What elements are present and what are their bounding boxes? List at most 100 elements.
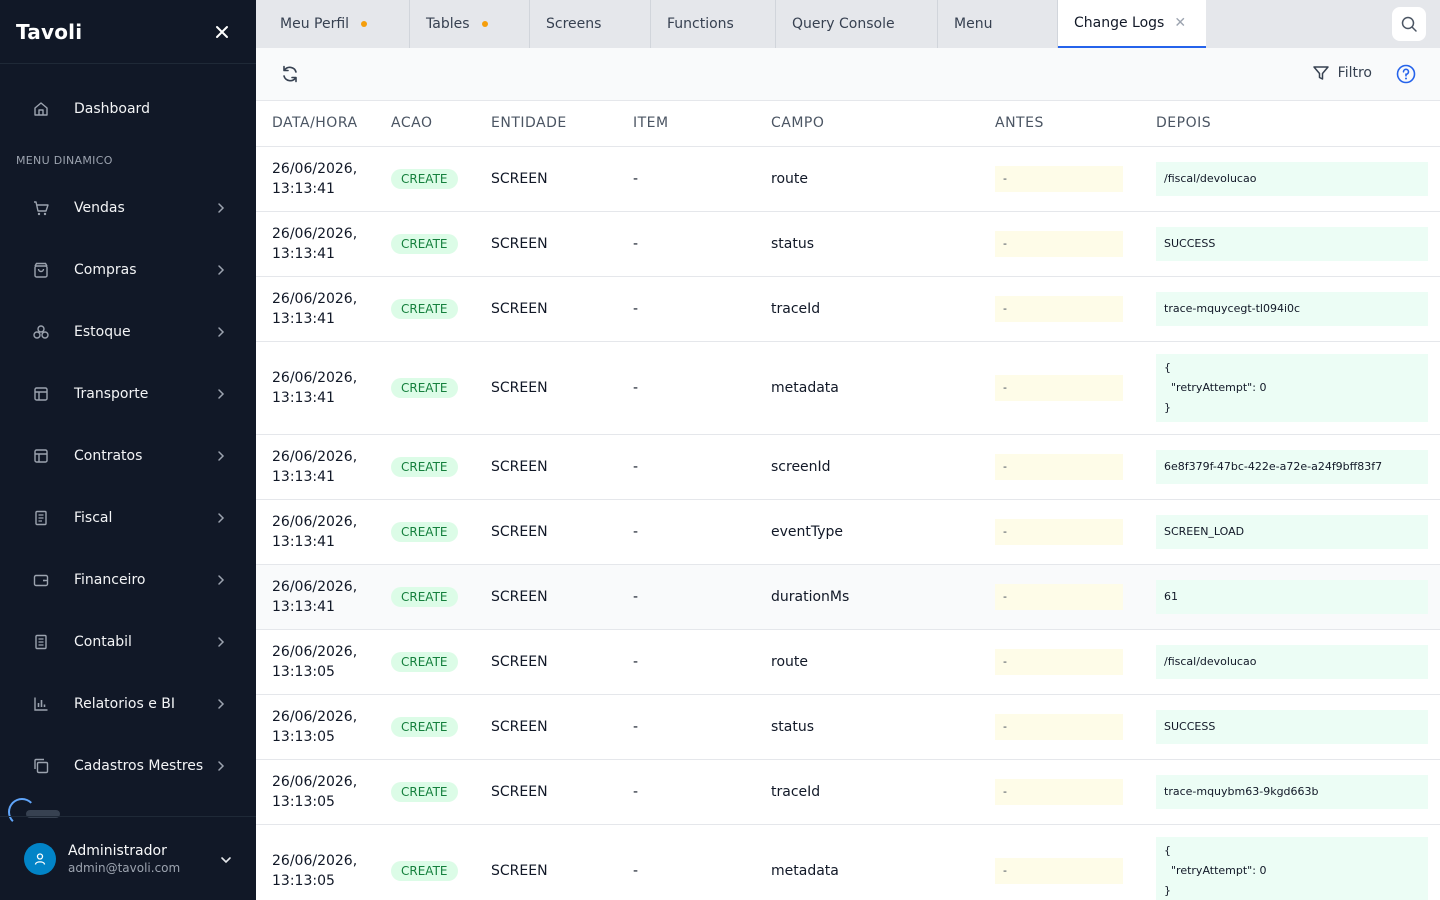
row-time: 13:13:41 xyxy=(272,180,335,197)
sidebar-item-label: Relatorios e BI xyxy=(74,696,175,712)
antes-value: - xyxy=(995,583,1123,610)
table-row[interactable]: 26/06/2026, 13:13:41 CREATE SCREEN - status - S… xyxy=(256,211,1440,277)
tab-label: Query Console xyxy=(792,16,895,32)
table-row[interactable]: 26/06/2026, 13:13:41 CREATE SCREEN - eventTyp… xyxy=(256,499,1440,565)
copy-icon xyxy=(32,757,50,775)
table-row[interactable]: 26/06/2026, 13:13:05 CREATE SCREEN - status - S… xyxy=(256,694,1440,760)
toolbar: Filtro xyxy=(256,48,1440,101)
sidebar-item-compras[interactable]: Compras xyxy=(16,247,240,293)
refresh-icon[interactable] xyxy=(280,64,300,84)
table-row[interactable]: 26/06/2026, 13:13:41 CREATE SCREEN - route -/f… xyxy=(256,146,1440,212)
sidebar-item-financeiro[interactable]: Financeiro xyxy=(16,557,240,603)
antes-value: - xyxy=(995,778,1123,805)
column-header-item[interactable]: ITEM xyxy=(617,101,755,147)
table-header-row: DATA/HORA ACAO ENTIDADE ITEM CAMPO ANTES… xyxy=(256,101,1440,147)
help-icon[interactable] xyxy=(1396,64,1416,84)
ledger-icon xyxy=(32,633,50,651)
tab-tables[interactable]: Tables xyxy=(410,0,530,48)
chevron-right-icon xyxy=(214,262,228,281)
chevron-right-icon xyxy=(214,696,228,715)
cell-antes: - xyxy=(979,211,1140,277)
table-row[interactable]: 26/06/2026, 13:13:05 CREATE SCREEN - traceId -… xyxy=(256,759,1440,825)
cell-item: - xyxy=(617,211,755,277)
table-icon xyxy=(32,447,50,465)
antes-value: - xyxy=(995,230,1123,257)
chevron-right-icon xyxy=(214,758,228,777)
cell-campo: route xyxy=(755,146,979,212)
search-button[interactable] xyxy=(1392,7,1426,41)
cell-antes: - xyxy=(979,146,1140,212)
tab-bar: Meu Perfil Tables Screens Functions Quer… xyxy=(256,0,1440,48)
menu-section-title: MENU DINAMICO xyxy=(16,154,113,167)
column-header-antes[interactable]: ANTES xyxy=(979,101,1140,147)
antes-value: - xyxy=(995,165,1123,192)
cell-item: - xyxy=(617,824,755,900)
tab-meu-perfil[interactable]: Meu Perfil xyxy=(256,0,410,48)
tab-screens[interactable]: Screens xyxy=(530,0,651,48)
table-row[interactable]: 26/06/2026, 13:13:41 CREATE SCREEN - metadata… xyxy=(256,341,1440,435)
sidebar-item-cadastros-mestres[interactable]: Cadastros Mestres xyxy=(16,743,240,789)
column-header-data-hora[interactable]: DATA/HORA xyxy=(256,101,375,147)
sidebar-item-relatorios-e-bi[interactable]: Relatorios e BI xyxy=(16,681,240,727)
chevron-right-icon xyxy=(214,324,228,343)
cell-campo: route xyxy=(755,629,979,695)
cell-depois: SUCCESS xyxy=(1140,694,1440,760)
close-tab-icon[interactable]: ✕ xyxy=(1174,15,1186,31)
cell-item: - xyxy=(617,341,755,435)
cell-depois: trace-mquycegt-tl094i0c xyxy=(1140,276,1440,342)
tab-menu[interactable]: Menu xyxy=(938,0,1058,48)
column-header-campo[interactable]: CAMPO xyxy=(755,101,979,147)
sidebar-item-dashboard[interactable]: Dashboard xyxy=(16,86,240,132)
filter-button[interactable]: Filtro xyxy=(1312,64,1372,82)
depois-value: trace-mquybm63-9kgd663b xyxy=(1156,774,1428,809)
depois-value: 6e8f379f-47bc-422e-a72e-a24f9bff83f7 xyxy=(1156,449,1428,484)
sidebar-item-estoque[interactable]: Estoque xyxy=(16,309,240,355)
cell-data-hora: 26/06/2026, 13:13:41 xyxy=(256,499,375,565)
cell-campo: traceId xyxy=(755,276,979,342)
sidebar-item-transporte[interactable]: Transporte xyxy=(16,371,240,417)
table-row[interactable]: 26/06/2026, 13:13:41 CREATE SCREEN - screenId… xyxy=(256,434,1440,500)
column-header-acao[interactable]: ACAO xyxy=(375,101,475,147)
action-badge: CREATE xyxy=(391,233,458,254)
row-time: 13:13:41 xyxy=(272,310,335,327)
cell-data-hora: 26/06/2026, 13:13:41 xyxy=(256,276,375,342)
user-profile[interactable]: Administrador admin@tavoli.com xyxy=(0,816,256,900)
cell-entidade: SCREEN xyxy=(475,629,617,695)
tab-query-console[interactable]: Query Console xyxy=(776,0,938,48)
cell-antes: - xyxy=(979,694,1140,760)
column-header-depois[interactable]: DEPOIS xyxy=(1140,101,1440,147)
table-row[interactable]: 26/06/2026, 13:13:05 CREATE SCREEN - route -/f… xyxy=(256,629,1440,695)
cell-acao: CREATE xyxy=(375,434,475,500)
chevron-down-icon[interactable] xyxy=(220,851,232,870)
unsaved-dot-icon xyxy=(481,21,488,27)
table-row[interactable]: 26/06/2026, 13:13:41 CREATE SCREEN - duration… xyxy=(256,564,1440,630)
antes-value: - xyxy=(995,295,1123,322)
tab-change-logs[interactable]: Change Logs ✕ xyxy=(1058,0,1206,48)
sidebar-item-vendas[interactable]: Vendas xyxy=(16,185,240,231)
cell-campo: metadata xyxy=(755,824,979,900)
cell-entidade: SCREEN xyxy=(475,276,617,342)
column-header-entidade[interactable]: ENTIDADE xyxy=(475,101,617,147)
bar-chart-icon xyxy=(32,695,50,713)
table-row[interactable]: 26/06/2026, 13:13:05 CREATE SCREEN - metadata… xyxy=(256,824,1440,900)
home-icon xyxy=(32,100,50,118)
cell-item: - xyxy=(617,629,755,695)
cell-item: - xyxy=(617,759,755,825)
user-icon xyxy=(34,852,46,865)
chevron-right-icon xyxy=(214,634,228,653)
cell-antes: - xyxy=(979,759,1140,825)
row-time: 13:13:41 xyxy=(272,389,335,406)
sidebar-item-label: Cadastros Mestres xyxy=(74,758,204,774)
table-row[interactable]: 26/06/2026, 13:13:41 CREATE SCREEN - traceId -… xyxy=(256,276,1440,342)
cell-data-hora: 26/06/2026, 13:13:05 xyxy=(256,694,375,760)
cell-data-hora: 26/06/2026, 13:13:41 xyxy=(256,341,375,435)
cell-data-hora: 26/06/2026, 13:13:05 xyxy=(256,629,375,695)
tab-functions[interactable]: Functions xyxy=(651,0,776,48)
sidebar-item-fiscal[interactable]: Fiscal xyxy=(16,495,240,541)
cell-data-hora: 26/06/2026, 13:13:05 xyxy=(256,824,375,900)
cell-antes: - xyxy=(979,341,1140,435)
sidebar-item-contratos[interactable]: Contratos xyxy=(16,433,240,479)
sidebar-item-contabil[interactable]: Contabil xyxy=(16,619,240,665)
row-date: 26/06/2026, xyxy=(272,773,358,790)
close-icon[interactable] xyxy=(212,22,232,42)
